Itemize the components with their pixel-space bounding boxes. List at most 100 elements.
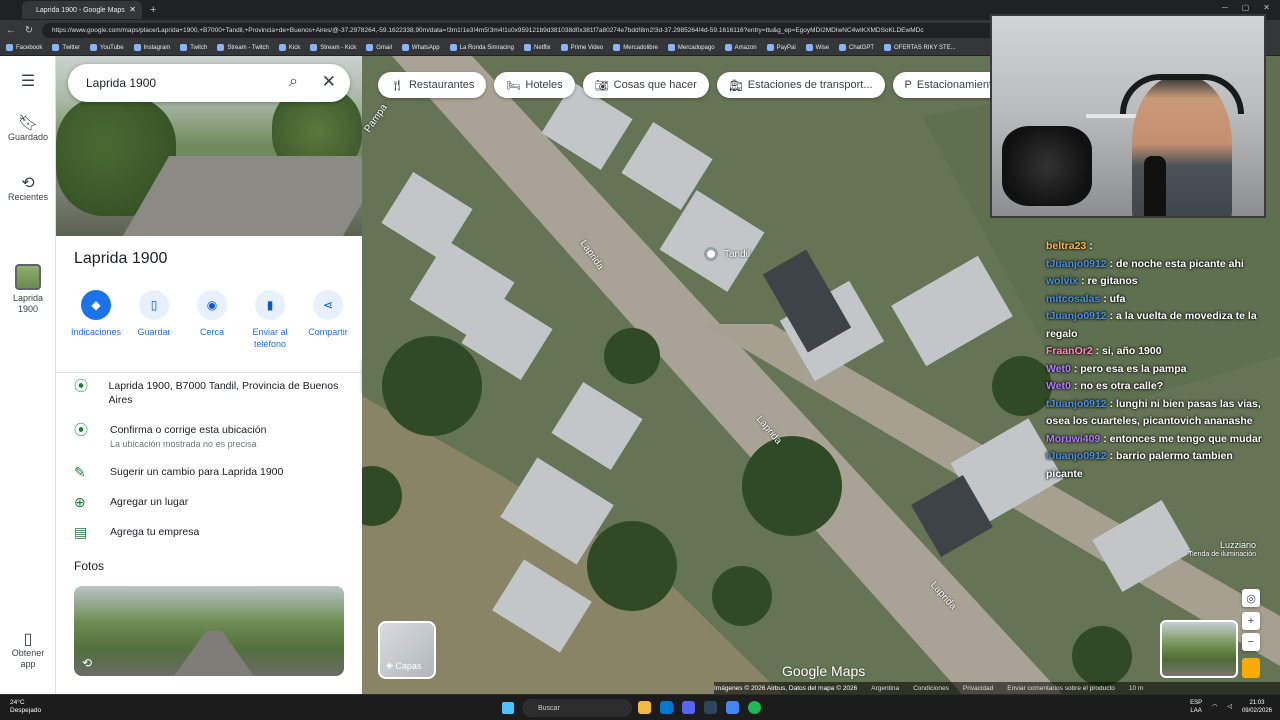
get-app-button[interactable]: ▯ Obtener app (0, 632, 56, 670)
maximize-icon[interactable]: ▢ (1242, 3, 1250, 12)
chat-text: : ufa (1103, 292, 1126, 305)
bookmark-la-ronda-simracing[interactable]: La Ronda Simracing (449, 44, 514, 51)
bookmark-paypal[interactable]: PayPal (766, 44, 796, 51)
chat-username: tJuanjo0912 (1046, 397, 1107, 410)
bookmark-chatgpt[interactable]: ChatGPT (839, 44, 874, 51)
camera-icon: 📷︎ (594, 79, 609, 92)
clock[interactable]: 21:03 09/02/2026 (1242, 699, 1272, 715)
layers-button[interactable]: ◈ Capas (378, 621, 436, 679)
reload-icon[interactable]: ↻ (22, 25, 36, 36)
bookmark-icon (766, 44, 774, 51)
add-business-row[interactable]: ▤ Agrega tu empresa (74, 525, 354, 539)
action-guardar[interactable]: ▯ Guardar (126, 290, 182, 350)
address-row[interactable]: ⦿ Laprida 1900, B7000 Tandil, Provincia d… (74, 379, 354, 407)
chip-hoteles[interactable]: 🛏︎ Hoteles (494, 72, 575, 98)
confirm-text: Confirma o corrige esta ubicación (110, 424, 267, 436)
bookmark-facebook[interactable]: Facebook (6, 44, 42, 51)
search-box[interactable]: Laprida 1900 ⌕ ✕ (68, 64, 350, 102)
recent-place-button[interactable]: Laprida 1900 (0, 264, 56, 315)
bookmark-twitch[interactable]: Twitch (180, 44, 207, 51)
chat-message: beltra23 : (1046, 238, 1268, 256)
saved-button[interactable]: 🔖︎ Guardado (0, 116, 56, 143)
language-indicator[interactable]: ESP LAA (1190, 699, 1202, 715)
edge-icon[interactable] (660, 701, 673, 714)
bookmark-amazon[interactable]: Amazon (724, 44, 757, 51)
url-field[interactable]: https://www.google.com/maps/place/Laprid… (42, 22, 1042, 38)
steam-icon[interactable] (704, 701, 717, 714)
phone-icon: ▮ (255, 290, 285, 320)
close-tab-icon[interactable]: ✕ (129, 5, 136, 14)
taskbar-search-label: Buscar (538, 704, 560, 712)
bookmark-prime-video[interactable]: Prime Video (560, 44, 603, 51)
street-view-photo[interactable]: ⟲ (74, 586, 344, 676)
minimize-icon[interactable]: ─ (1222, 3, 1228, 12)
bookmark-netflix[interactable]: Netflix (523, 44, 551, 51)
my-location-button[interactable]: ◎ (1242, 589, 1260, 607)
close-window-icon[interactable]: ✕ (1263, 3, 1270, 12)
bookmark-mercadopago[interactable]: Mercadopago (667, 44, 715, 51)
google-maps-logo: Google Maps (782, 663, 866, 679)
zoom-out-button[interactable]: − (1242, 633, 1260, 651)
bookmark-stream-kick[interactable]: Stream - Kick (310, 44, 356, 51)
zoom-in-button[interactable]: + (1242, 612, 1260, 630)
link-privacy[interactable]: Privacidad (963, 685, 993, 692)
business-type: Tienda de iluminación (1188, 551, 1256, 558)
suggest-edit-row[interactable]: ✎ Sugerir un cambio para Laprida 1900 (74, 465, 354, 479)
chat-text: : no es otra calle? (1073, 380, 1164, 392)
chip-cosas-que-hacer[interactable]: 📷︎ Cosas que hacer (582, 72, 709, 98)
bookmark-stream-twitch[interactable]: Stream - Twitch (217, 44, 269, 51)
chat-message: mitcosalas : ufa (1046, 291, 1268, 309)
link-terms[interactable]: Condiciones (913, 685, 949, 692)
parking-icon: P (904, 79, 912, 91)
chat-username: Wet0 (1046, 362, 1071, 375)
action-label: Guardar (137, 327, 171, 337)
search-icon[interactable]: ⌕ (289, 73, 298, 91)
chip-restaurantes[interactable]: 🍴︎ Restaurantes (378, 72, 487, 98)
bookmark-kick[interactable]: Kick (278, 44, 300, 51)
taskbar-search[interactable]: Buscar (522, 699, 632, 717)
wifi-icon[interactable]: ◠ (1212, 703, 1217, 711)
confirm-location-row[interactable]: ⦿ Confirma o corrige esta ubicación La ubi… (74, 423, 354, 451)
bookmark-wise[interactable]: Wise (805, 44, 829, 51)
street-view-thumbnail[interactable] (1160, 620, 1238, 678)
place-pin-icon[interactable] (704, 247, 718, 261)
bookmark-mercadolibre[interactable]: Mercadolibre (613, 44, 658, 51)
menu-button[interactable]: ☰ (0, 73, 56, 90)
action-label: Indicaciones (70, 327, 122, 337)
recent-button[interactable]: ⟲ Recientes (0, 176, 56, 203)
action-enviar-al-telefono[interactable]: ▮ Enviar al teléfono (242, 290, 298, 350)
link-country[interactable]: Argentina (871, 685, 899, 692)
volume-icon[interactable]: ◁ (1227, 703, 1232, 711)
close-icon[interactable]: ✕ (322, 72, 336, 92)
menu-icon: ☰ (20, 73, 36, 90)
map-attribution: Imágenes © 2026 Airbus, Datos del mapa ©… (714, 682, 1280, 694)
spotify-icon[interactable] (748, 701, 761, 714)
bookmark-ofertas-riky-ste[interactable]: OFERTAS RIKY STE... (884, 44, 956, 51)
back-icon[interactable]: ← (4, 25, 18, 36)
browser-tab[interactable]: Laprida 1900 - Google Maps ✕ (22, 1, 142, 19)
business-label[interactable]: Luzziano Tienda de iluminación (1168, 540, 1256, 560)
link-feedback[interactable]: Enviar comentarios sobre el producto (1007, 685, 1115, 692)
new-tab-icon[interactable]: + (150, 4, 156, 16)
bookmark-gmail[interactable]: Gmail (366, 44, 392, 51)
pegman-icon[interactable] (1242, 658, 1260, 678)
search-input[interactable]: Laprida 1900 (86, 76, 156, 90)
chrome-icon[interactable] (726, 701, 739, 714)
bookmark-youtube[interactable]: YouTube (90, 44, 124, 51)
action-cerca[interactable]: ◉ Cerca (184, 290, 240, 350)
bookmark-instagram[interactable]: Instagram (133, 44, 170, 51)
weather-widget[interactable]: 24°C Despejado (10, 699, 41, 715)
discord-icon[interactable] (682, 701, 695, 714)
add-place-icon: ⊕ (74, 494, 86, 510)
chat-message: tJuanjo0912 : lunghi ni bien pasas las v… (1046, 396, 1268, 431)
windows-start-icon[interactable] (502, 702, 514, 714)
action-compartir[interactable]: ⋖ Compartir (300, 290, 356, 350)
chip-estaciones-de-transport[interactable]: 🚉︎ Estaciones de transport... (716, 72, 885, 98)
bookmark-whatsapp[interactable]: WhatsApp (401, 44, 440, 51)
bookmark-icon (401, 44, 409, 51)
explorer-icon[interactable] (638, 701, 651, 714)
bookmark-twitter[interactable]: Twitter (52, 44, 80, 51)
action-indicaciones[interactable]: ◆ Indicaciones (68, 290, 124, 350)
add-place-row[interactable]: ⊕ Agregar un lugar (74, 495, 354, 509)
chat-username: tJuanjo0912 (1046, 450, 1107, 462)
